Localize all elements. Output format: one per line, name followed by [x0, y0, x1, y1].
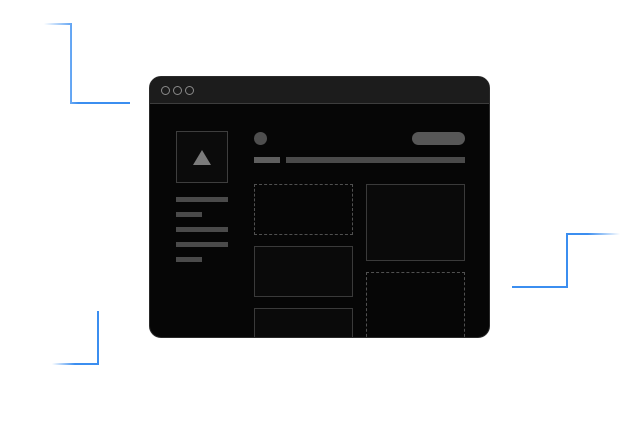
- sidebar-line: [176, 257, 202, 262]
- app-window-mockup: [149, 76, 490, 338]
- content-card-placeholder: [254, 308, 353, 337]
- header-line-placeholder: [286, 157, 465, 163]
- action-button-placeholder[interactable]: [412, 132, 465, 145]
- illustration-stage: [0, 0, 640, 421]
- sidebar-line: [176, 227, 228, 232]
- triangle-icon: [193, 149, 211, 165]
- window-control-icon[interactable]: [161, 85, 170, 95]
- content-card-placeholder: [366, 184, 465, 261]
- decor-line-bottom-left: [52, 311, 99, 365]
- avatar-placeholder: [254, 132, 267, 145]
- decor-line-right: [512, 233, 620, 288]
- window-titlebar: [150, 77, 489, 104]
- logo-placeholder: [176, 131, 228, 183]
- sidebar-line: [176, 197, 228, 202]
- content-card-placeholder: [254, 184, 353, 235]
- tab-placeholder: [254, 157, 280, 163]
- sidebar-line: [176, 212, 202, 217]
- content-card-placeholder: [254, 246, 353, 297]
- sidebar-line: [176, 242, 228, 247]
- content-card-placeholder: [366, 272, 465, 337]
- window-control-icon[interactable]: [173, 85, 182, 95]
- window-control-icon[interactable]: [185, 85, 194, 95]
- decor-line-top-left: [44, 23, 130, 104]
